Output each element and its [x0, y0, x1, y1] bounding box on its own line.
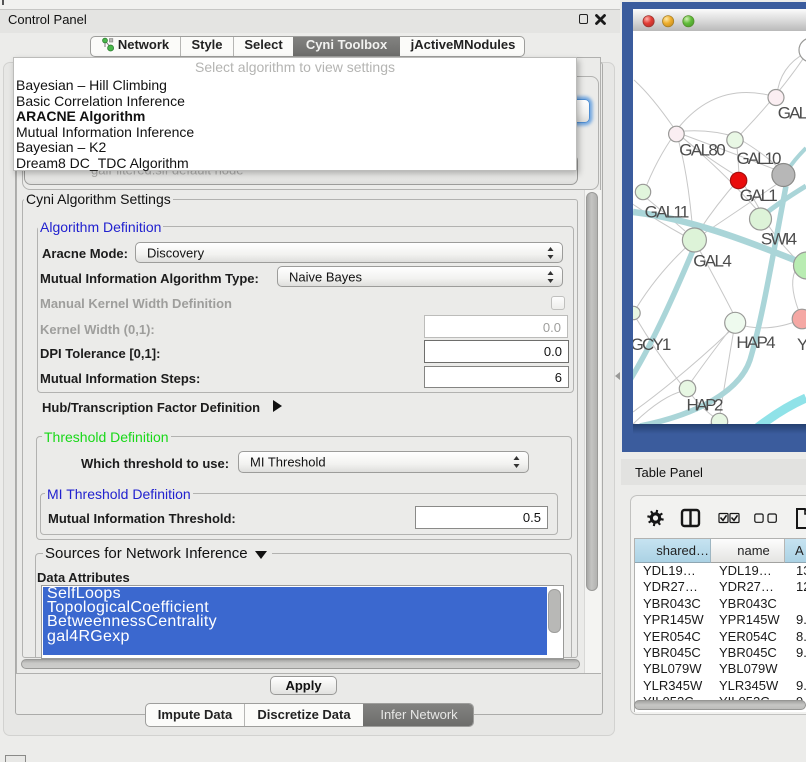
svg-text:YJ: YJ — [797, 335, 806, 354]
svg-text:GAL7: GAL7 — [778, 103, 806, 122]
svg-text:HAP2: HAP2 — [687, 395, 724, 414]
svg-text:GAL11: GAL11 — [645, 202, 690, 221]
svg-text:HAP4: HAP4 — [736, 333, 775, 352]
svg-text:GAL10: GAL10 — [737, 149, 782, 168]
svg-text:GAL4: GAL4 — [693, 252, 732, 271]
svg-text:GAL80: GAL80 — [679, 141, 726, 160]
svg-text:GCY1: GCY1 — [633, 335, 671, 354]
svg-text:GAL1: GAL1 — [740, 186, 778, 205]
svg-text:SWI4: SWI4 — [761, 229, 797, 248]
